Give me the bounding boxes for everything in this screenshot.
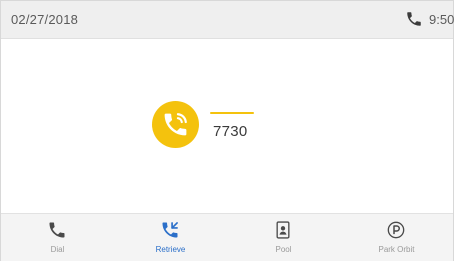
status-time: 9:50: [429, 12, 454, 27]
park-orbit-label: Park Orbit: [378, 245, 415, 254]
park-icon: [386, 220, 406, 240]
phone-icon: [405, 10, 423, 28]
call-status-line: [210, 112, 254, 114]
call-number: 7730: [213, 123, 248, 140]
park-orbit-softkey[interactable]: Park Orbit: [340, 214, 453, 261]
softkey-bar: Dial Retrieve Pool Park Orbit: [1, 213, 453, 261]
dial-softkey[interactable]: Dial: [1, 214, 114, 261]
status-bar: 02/27/2018 9:50: [1, 1, 454, 39]
retrieve-softkey[interactable]: Retrieve: [114, 214, 227, 261]
phone-screen: 02/27/2018 9:50 7730 Dial Retrieve Pool …: [0, 0, 454, 261]
retrieve-label: Retrieve: [155, 245, 186, 254]
phone-call-icon: [152, 101, 199, 148]
pool-softkey[interactable]: Pool: [227, 214, 340, 261]
dial-label: Dial: [50, 245, 65, 254]
call-area: 7730: [1, 39, 453, 213]
call-retrieve-icon: [160, 220, 180, 240]
phone-icon: [47, 220, 67, 240]
pool-label: Pool: [275, 245, 292, 254]
contact-card-icon: [273, 220, 293, 240]
status-date: 02/27/2018: [11, 12, 79, 27]
